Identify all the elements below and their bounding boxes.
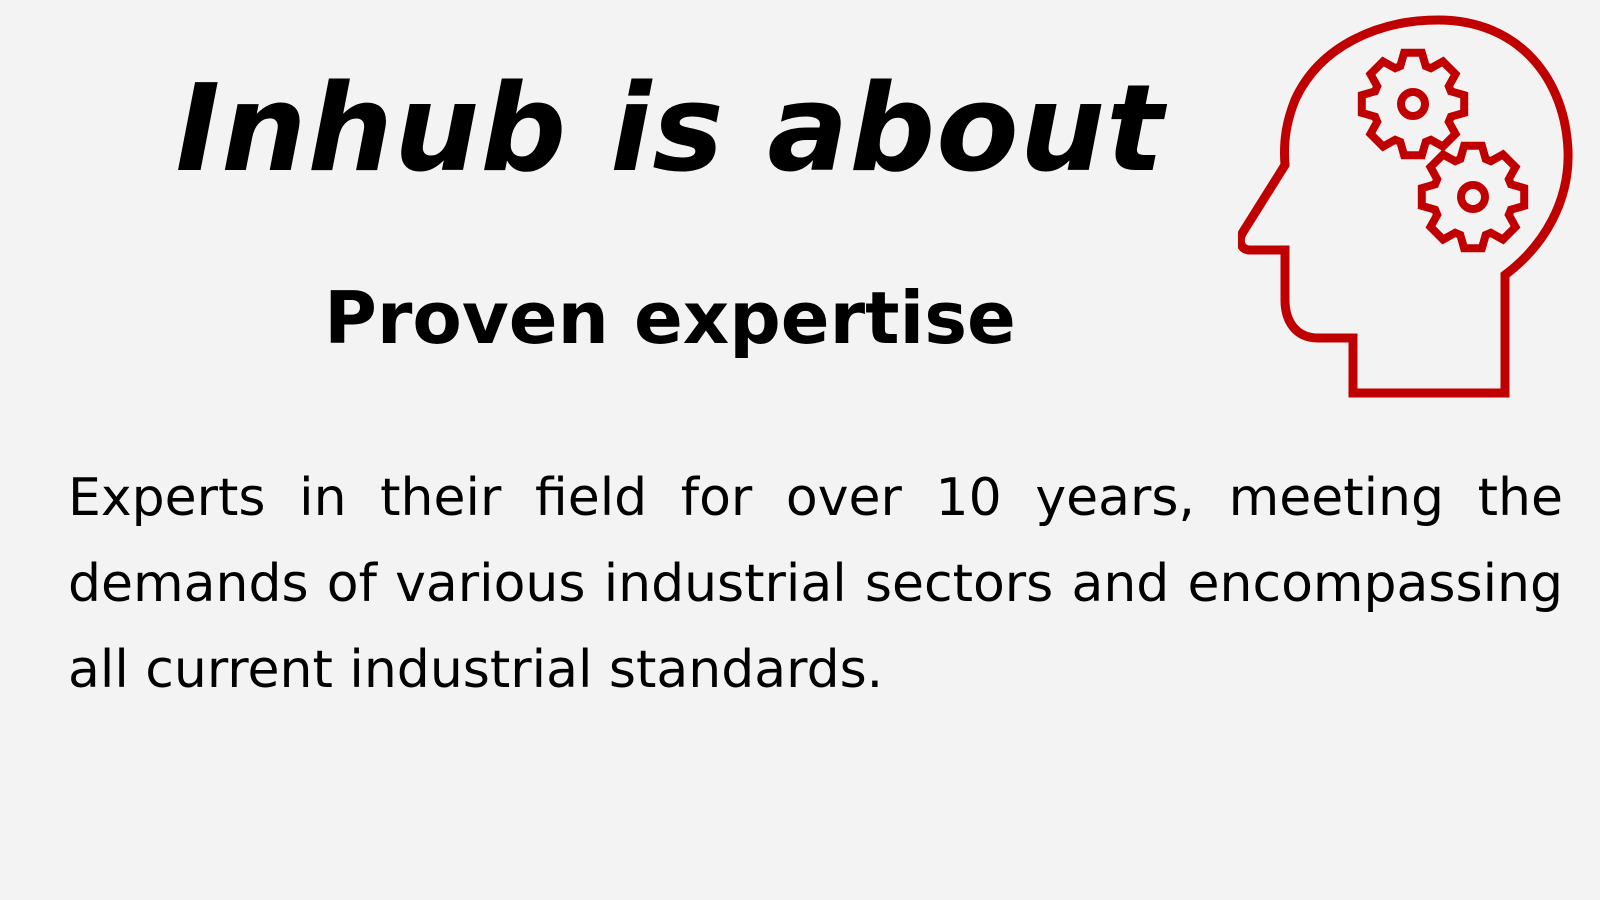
subheadline: Proven expertise <box>324 276 1016 360</box>
head-with-gears-icon <box>1238 15 1573 398</box>
gear-hole <box>1397 88 1429 120</box>
gear-body <box>1417 141 1529 253</box>
slide: Inhub is about Proven expertise Experts … <box>0 0 1600 900</box>
headline: Inhub is about <box>175 60 1165 199</box>
body-text: Experts in their field for over 10 years… <box>68 468 1563 700</box>
gear-hole <box>1457 181 1489 213</box>
gear-bottom <box>1417 141 1529 253</box>
gear-body <box>1357 48 1469 160</box>
gear-top <box>1357 48 1469 160</box>
